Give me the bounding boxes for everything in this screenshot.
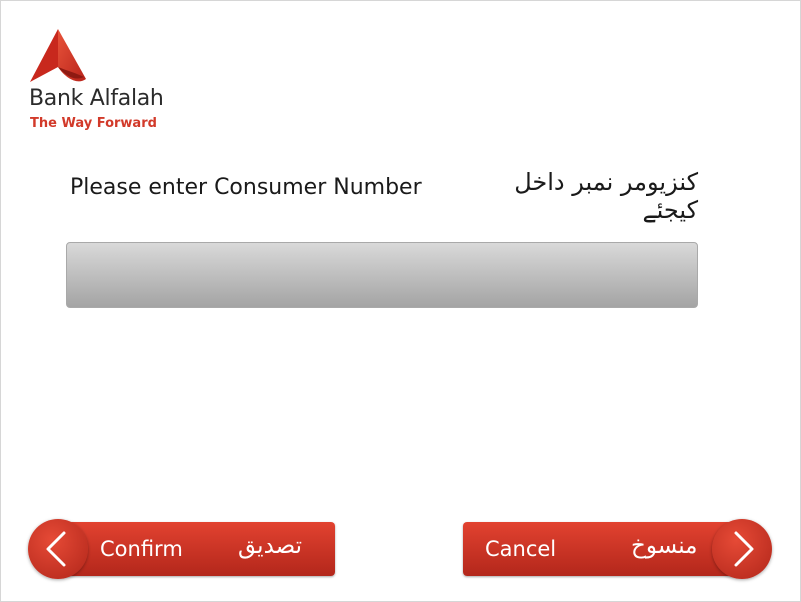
prompt-urdu: کنزیومر نمبر داخل کیجئے xyxy=(514,168,698,224)
prompt-english: Please enter Consumer Number xyxy=(70,175,422,200)
chevron-right-icon xyxy=(734,531,754,567)
cancel-label: Cancel xyxy=(485,537,557,561)
consumer-number-field[interactable] xyxy=(66,242,698,308)
confirm-label: Confirm xyxy=(100,537,183,561)
cancel-button[interactable]: Cancel منسوخ xyxy=(463,522,753,576)
brand-tagline: The Way Forward xyxy=(30,116,157,131)
chevron-left-icon xyxy=(46,531,66,567)
cancel-label-urdu: منسوخ xyxy=(631,533,698,559)
bank-alfalah-logo-icon xyxy=(30,29,86,82)
confirm-label-urdu: تصدیق xyxy=(238,533,303,559)
confirm-button[interactable]: Confirm تصدیق xyxy=(56,522,335,576)
brand-name: Bank Alfalah xyxy=(29,86,164,111)
confirm-circle-button[interactable] xyxy=(28,519,88,579)
cancel-circle-button[interactable] xyxy=(712,519,772,579)
